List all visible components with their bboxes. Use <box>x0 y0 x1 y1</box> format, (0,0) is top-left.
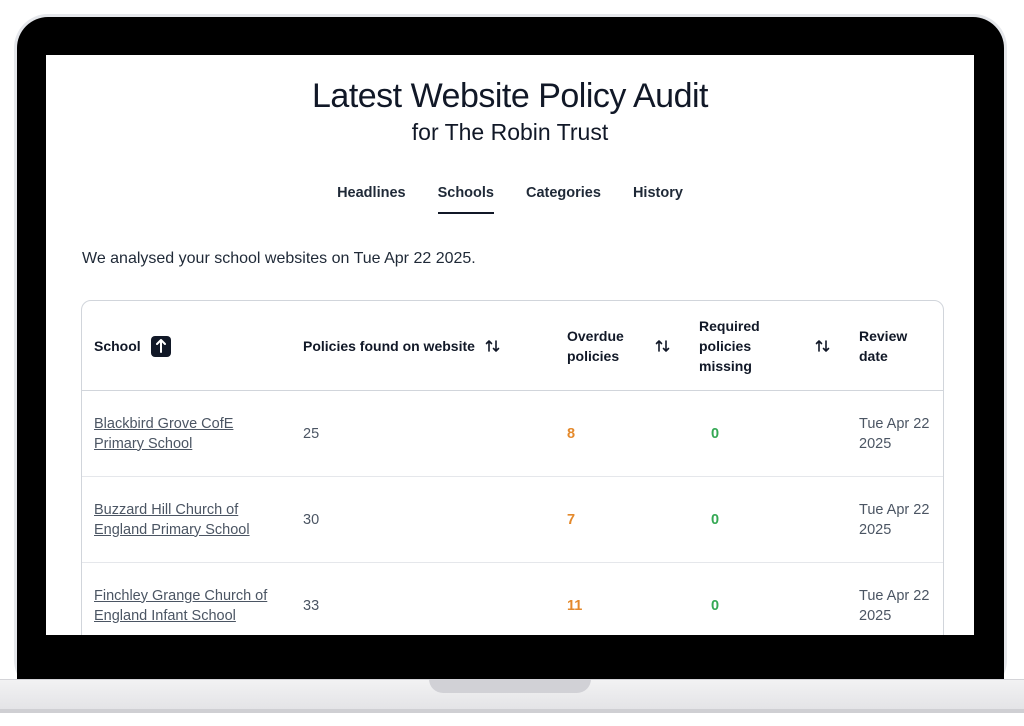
policies-found-value: 25 <box>303 425 320 442</box>
school-name-line[interactable]: Buzzard Hill Church of <box>94 500 238 520</box>
table-row: Finchley Grange Church of England Infant… <box>82 563 943 635</box>
schools-table: School Policies found on website Overdue… <box>81 300 944 635</box>
column-label-missing-2: policies <box>699 338 752 354</box>
school-name-line[interactable]: Primary School <box>94 434 192 454</box>
column-header-school[interactable]: School <box>94 301 171 391</box>
policies-found-value: 33 <box>303 597 320 614</box>
sort-arrows-icon[interactable] <box>815 338 831 354</box>
overdue-value: 8 <box>567 425 576 442</box>
review-date-value: Tue Apr 22 2025 <box>859 477 929 562</box>
school-name-line[interactable]: Blackbird Grove CofE <box>94 414 233 434</box>
school-name-link[interactable]: Finchley Grange Church of England Infant… <box>94 563 267 635</box>
page-title: Latest Website Policy Audit <box>312 77 708 115</box>
tab-headlines[interactable]: Headlines <box>321 183 422 214</box>
school-name-line[interactable]: Finchley Grange Church of <box>94 586 267 606</box>
intro-text: We analysed your school websites on Tue … <box>82 250 476 267</box>
column-label-overdue-2: policies <box>567 348 620 364</box>
overdue-value: 11 <box>567 597 583 614</box>
review-date-line: 2025 <box>859 607 892 624</box>
tab-history[interactable]: History <box>617 183 699 214</box>
table-row: Buzzard Hill Church of England Primary S… <box>82 477 943 563</box>
policies-found-value: 30 <box>303 511 320 528</box>
column-header-overdue[interactable]: Overdue policies <box>567 301 624 391</box>
review-date-line: Tue Apr 22 <box>859 501 930 518</box>
review-date-line: 2025 <box>859 435 892 452</box>
column-label-school: School <box>94 338 141 354</box>
column-label-missing-1: Required <box>699 318 760 334</box>
tab-categories[interactable]: Categories <box>510 183 617 214</box>
arrow-up-icon[interactable] <box>150 335 171 357</box>
table-header: School Policies found on website Overdue… <box>82 301 943 391</box>
sort-arrows-icon[interactable] <box>485 338 501 354</box>
screen: Latest Website Policy Audit for The Robi… <box>46 55 974 635</box>
column-label-review-1: Review <box>859 328 908 344</box>
column-label-policies-found: Policies found on website <box>303 338 475 354</box>
review-date-line: 2025 <box>859 521 892 538</box>
school-name-link[interactable]: Buzzard Hill Church of England Primary S… <box>94 477 250 562</box>
tab-bar: Headlines Schools Categories History <box>46 183 974 214</box>
laptop-notch <box>429 679 591 693</box>
school-name-link[interactable]: Blackbird Grove CofE Primary School <box>94 391 233 476</box>
column-label-overdue-1: Overdue <box>567 328 624 344</box>
school-name-line[interactable]: England Primary School <box>94 520 250 540</box>
laptop-base-shadow <box>0 709 1024 713</box>
column-header-review-date[interactable]: Review date <box>859 301 907 391</box>
column-header-policies-found[interactable]: Policies found on website <box>303 301 501 391</box>
missing-value: 0 <box>711 597 720 614</box>
table-row: Blackbird Grove CofE Primary School 25 8… <box>82 391 943 477</box>
missing-sort[interactable] <box>815 301 831 391</box>
tab-schools[interactable]: Schools <box>422 183 510 214</box>
missing-value: 0 <box>711 425 720 442</box>
review-date-value: Tue Apr 22 2025 <box>859 391 929 476</box>
column-label-missing-3: missing <box>699 358 752 374</box>
school-name-line[interactable]: England Infant School <box>94 606 236 626</box>
review-date-line: Tue Apr 22 <box>859 587 930 604</box>
sort-arrows-icon[interactable] <box>655 338 671 354</box>
missing-value: 0 <box>711 511 720 528</box>
page-subtitle: for The Robin Trust <box>411 119 609 145</box>
review-date-value: Tue Apr 22 2025 <box>859 563 929 635</box>
review-date-line: Tue Apr 22 <box>859 415 930 432</box>
overdue-value: 7 <box>567 511 576 528</box>
overdue-sort[interactable] <box>655 301 671 391</box>
column-label-review-2: date <box>859 348 888 364</box>
column-header-missing[interactable]: Required policies missing <box>699 301 760 391</box>
